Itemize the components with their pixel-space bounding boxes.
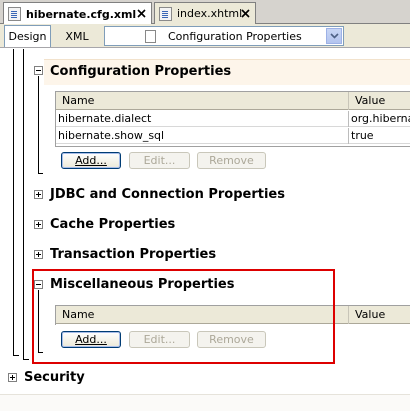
property-name-cell[interactable]: hibernate.show_sql bbox=[56, 128, 349, 144]
jdbc-connection-properties-title[interactable]: JDBC and Connection Properties bbox=[50, 187, 285, 202]
table-row[interactable]: hibernate.show_sql true bbox=[56, 128, 410, 144]
cache-properties-title[interactable]: Cache Properties bbox=[50, 217, 175, 232]
file-tab-label: hibernate.cfg.xml bbox=[26, 7, 137, 21]
expand-toggle-icon[interactable] bbox=[34, 250, 43, 259]
table-header: Name Value bbox=[56, 92, 410, 110]
expand-toggle-icon[interactable] bbox=[34, 190, 43, 199]
table-row[interactable]: hibernate.dialect org.hibernat bbox=[56, 111, 410, 127]
configuration-properties-title[interactable]: Configuration Properties bbox=[50, 64, 231, 79]
close-tab-icon[interactable] bbox=[240, 8, 251, 19]
document-icon bbox=[145, 29, 156, 43]
xhtml-file-icon bbox=[159, 6, 172, 21]
transaction-properties-title[interactable]: Transaction Properties bbox=[50, 247, 216, 262]
panel-footer bbox=[0, 394, 410, 411]
tree-line bbox=[13, 49, 14, 355]
file-tab-index-xhtml[interactable]: index.xhtml bbox=[154, 2, 256, 24]
add-configuration-property-button[interactable]: Add... bbox=[61, 152, 121, 169]
security-title[interactable]: Security bbox=[24, 370, 85, 385]
configuration-properties-table: Name Value hibernate.dialect org.hiberna… bbox=[55, 91, 410, 147]
view-toolbar: Design XML Configuration Properties bbox=[0, 24, 410, 48]
tree-line bbox=[38, 76, 39, 174]
remove-configuration-property-button[interactable]: Remove bbox=[197, 152, 266, 169]
tree-line bbox=[38, 173, 43, 174]
collapse-toggle-icon[interactable] bbox=[34, 66, 43, 75]
column-header-value[interactable]: Value bbox=[349, 92, 410, 110]
property-value-cell[interactable]: org.hibernat bbox=[349, 111, 410, 127]
file-tab-hibernate-cfg[interactable]: hibernate.cfg.xml bbox=[3, 2, 152, 25]
close-tab-icon[interactable] bbox=[136, 8, 147, 19]
tab-design[interactable]: Design bbox=[4, 25, 51, 47]
expand-toggle-icon[interactable] bbox=[8, 373, 17, 382]
tab-xml[interactable]: XML bbox=[58, 25, 96, 47]
column-header-value[interactable]: Value bbox=[349, 306, 410, 324]
xml-file-icon bbox=[8, 7, 21, 21]
column-header-name[interactable]: Name bbox=[56, 92, 349, 110]
edit-configuration-property-button[interactable]: Edit... bbox=[129, 152, 190, 169]
tree-line bbox=[13, 355, 19, 356]
section-dropdown-value: Configuration Properties bbox=[168, 29, 302, 43]
section-dropdown[interactable]: Configuration Properties bbox=[104, 26, 344, 46]
chevron-down-icon[interactable] bbox=[326, 28, 342, 44]
design-panel: Configuration Properties Name Value hibe… bbox=[0, 49, 410, 411]
property-name-cell[interactable]: hibernate.dialect bbox=[56, 111, 349, 127]
file-tab-label: index.xhtml bbox=[177, 7, 243, 20]
file-tab-strip: hibernate.cfg.xml index.xhtml bbox=[0, 0, 410, 25]
expand-toggle-icon[interactable] bbox=[34, 220, 43, 229]
tree-line bbox=[23, 49, 24, 360]
tree-line bbox=[23, 359, 29, 360]
highlight-box bbox=[32, 269, 335, 364]
property-value-cell[interactable]: true bbox=[349, 128, 410, 144]
